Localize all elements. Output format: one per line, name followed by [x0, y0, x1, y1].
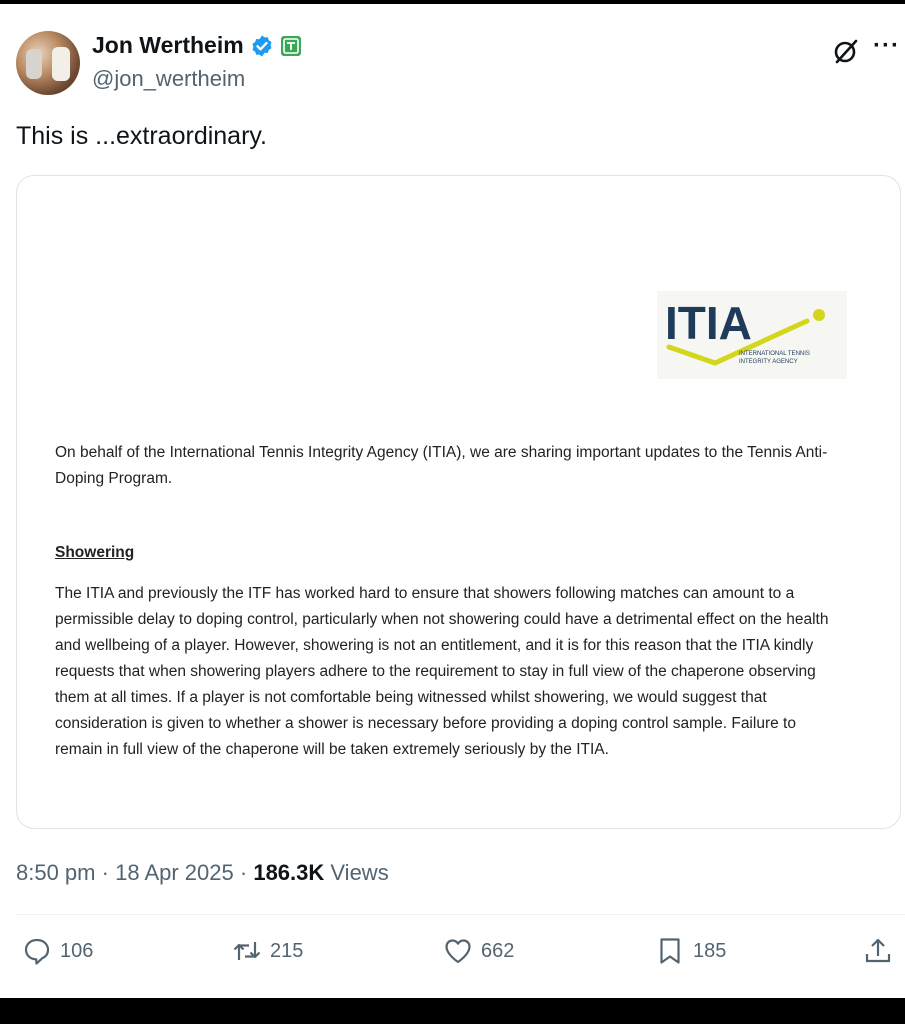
bookmark-icon [660, 938, 680, 964]
like-count: 662 [481, 939, 515, 962]
document-intro: On behalf of the International Tennis In… [55, 444, 828, 487]
tweet-date[interactable]: 18 Apr 2025 [115, 860, 234, 885]
tweet-text: This is ...extraordinary. [16, 122, 268, 150]
document-body: The ITIA and previously the ITF has work… [55, 585, 829, 758]
meta-separator: · [101, 860, 109, 885]
repost-icon [233, 942, 261, 960]
meta-separator: · [239, 860, 248, 885]
reply-icon [24, 938, 50, 965]
reply-count: 106 [60, 939, 94, 962]
grok-icon[interactable] [832, 37, 860, 65]
affiliate-badge-icon[interactable] [280, 35, 302, 57]
more-icon[interactable]: ··· [873, 32, 900, 60]
itia-logo-sub-1: INTERNATIONAL TENNIS [739, 351, 810, 357]
repost-button[interactable]: 215 [232, 936, 303, 966]
bookmark-button[interactable]: 185 [655, 936, 726, 966]
itia-logo: ITIA INTERNATIONAL TENNIS INTEGRITY AGEN… [657, 291, 847, 379]
top-status-bar [0, 0, 905, 4]
repost-count: 215 [270, 939, 304, 962]
views-count: 186.3K [253, 860, 325, 885]
document-heading: Showering [55, 544, 135, 561]
verified-badge-icon [252, 35, 272, 56]
heart-icon [445, 939, 471, 964]
avatar[interactable] [16, 31, 80, 95]
author-name-row: Jon Wertheim [92, 32, 302, 59]
author-name[interactable]: Jon Wertheim [92, 32, 244, 59]
divider [16, 914, 905, 915]
tweet-meta: 8:50 pm · 18 Apr 2025 · 186.3K Views [16, 860, 389, 886]
share-button[interactable] [863, 936, 893, 966]
bookmark-count: 185 [693, 939, 727, 962]
share-icon [865, 938, 891, 963]
itia-logo-text: ITIA [665, 297, 752, 349]
author-handle[interactable]: @jon_wertheim [92, 66, 245, 92]
tweet-time[interactable]: 8:50 pm [16, 860, 96, 885]
itia-logo-sub-2: INTEGRITY AGENCY [739, 359, 798, 365]
bottom-nav-bar [0, 998, 905, 1024]
attached-image-card[interactable]: ITIA INTERNATIONAL TENNIS INTEGRITY AGEN… [16, 175, 901, 829]
views-label: Views [330, 860, 389, 885]
reply-button[interactable]: 106 [22, 936, 93, 966]
like-button[interactable]: 662 [443, 936, 514, 966]
